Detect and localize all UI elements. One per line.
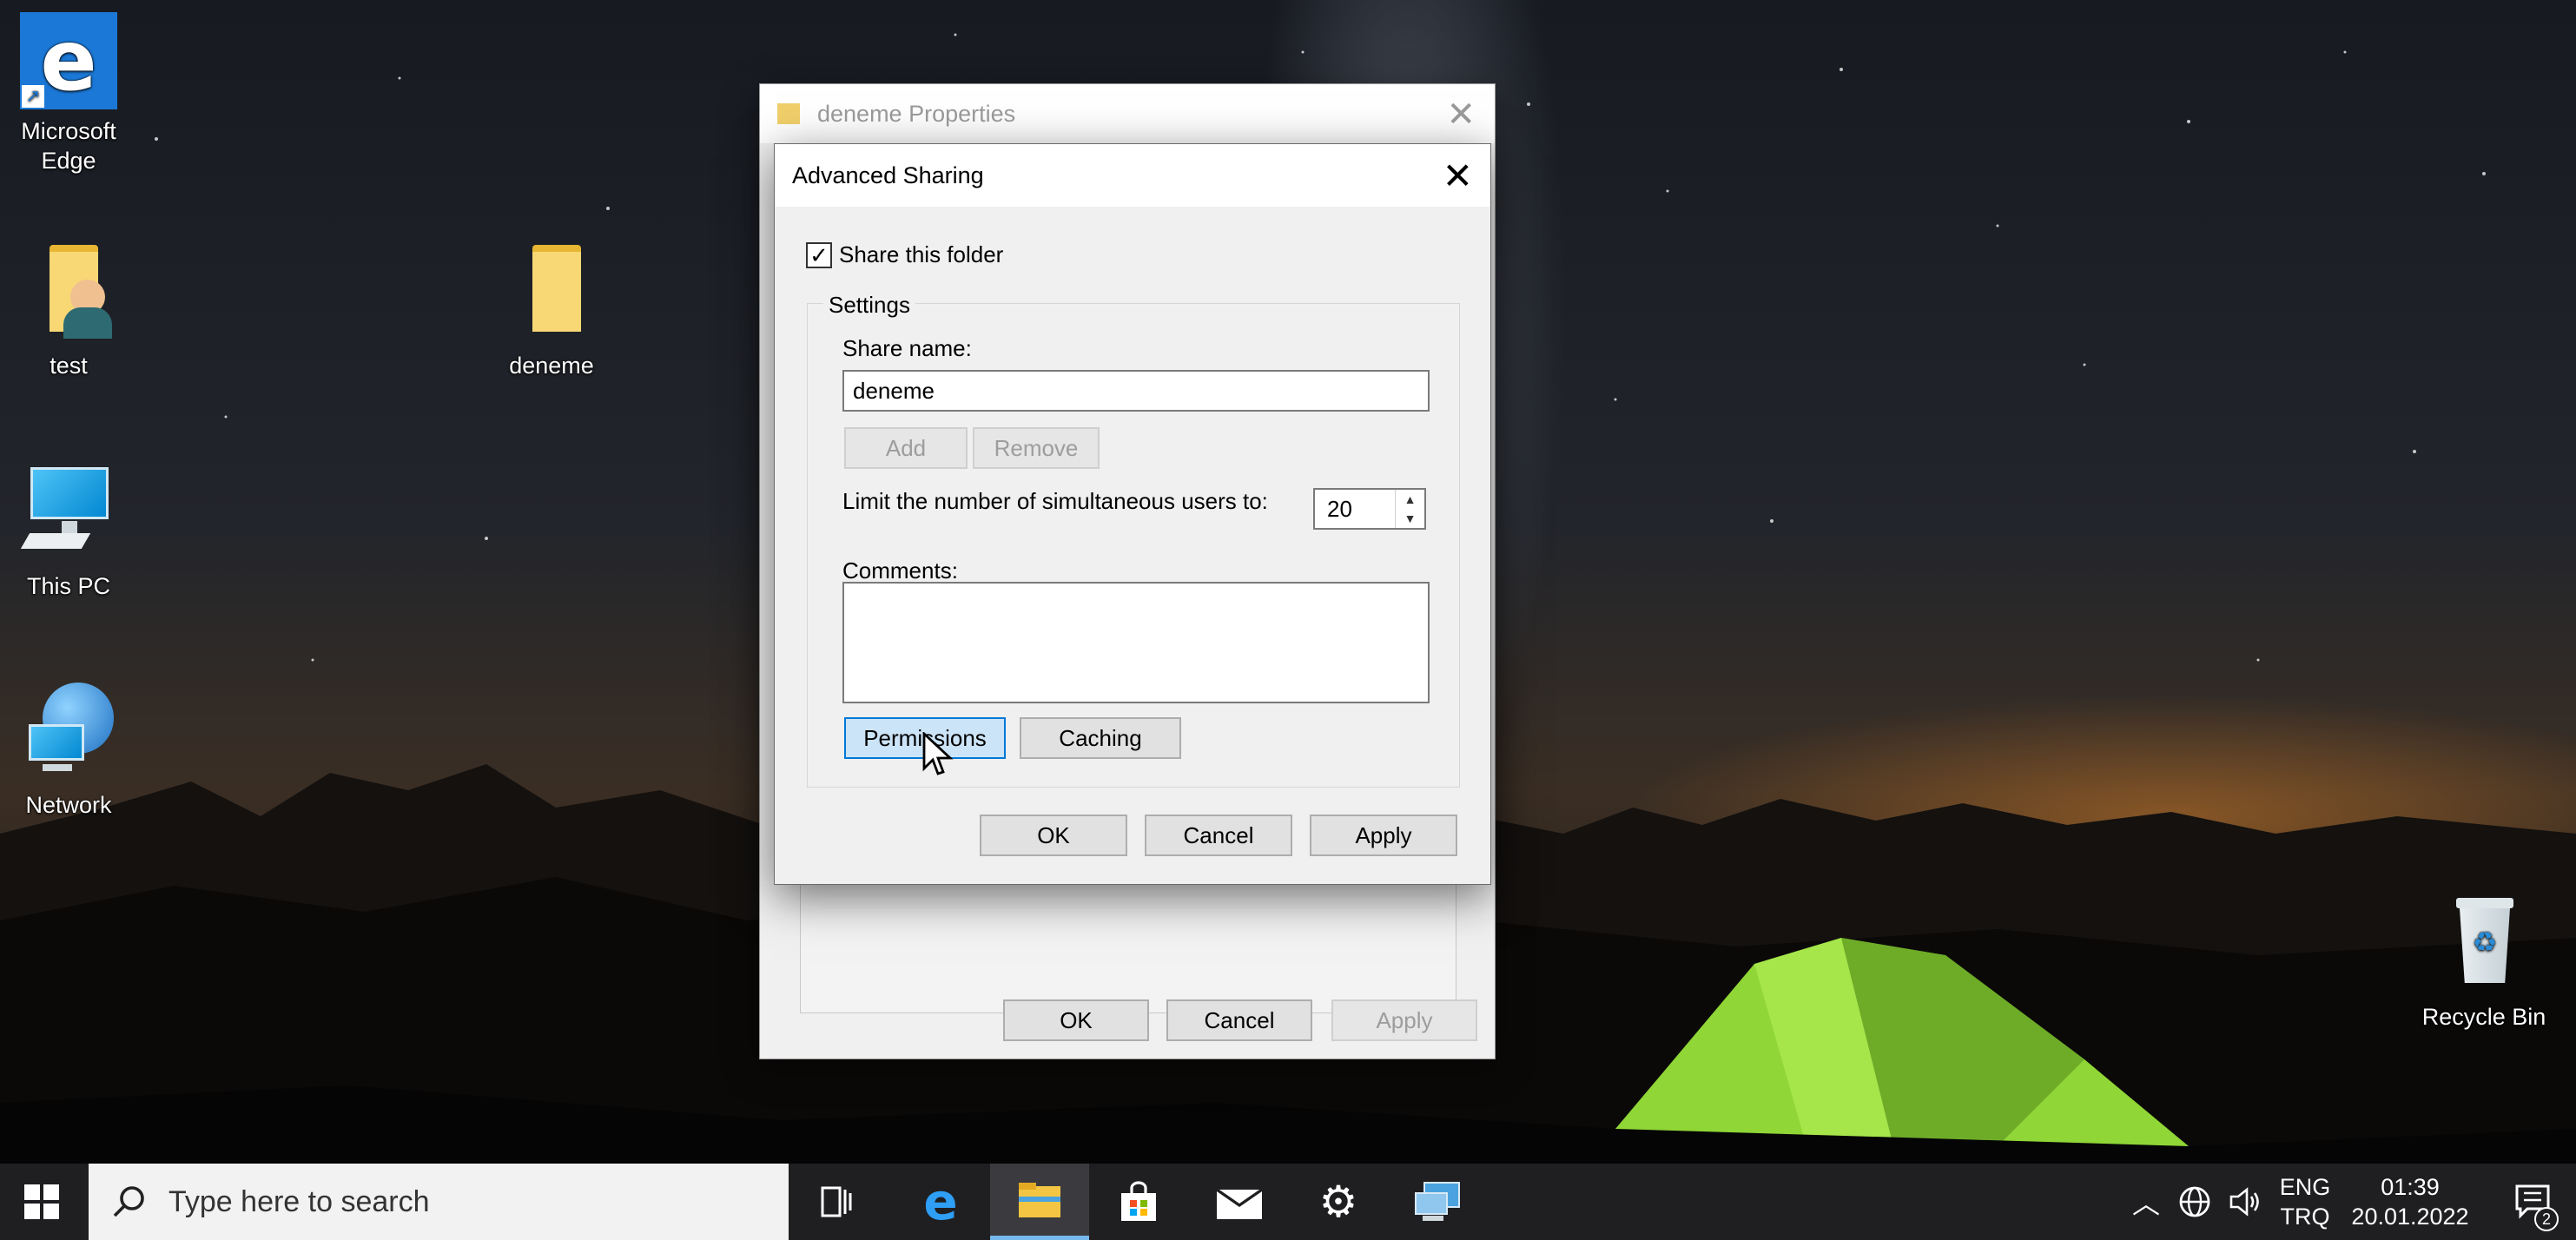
advanced-sharing-titlebar[interactable]: Advanced Sharing — [775, 144, 1490, 207]
volume-tray-button[interactable] — [2223, 1164, 2267, 1240]
desktop-icon-label: Network — [25, 792, 112, 818]
language-line2: TRQ — [2280, 1204, 2330, 1230]
desktop-icon-label: Edge — [41, 148, 96, 174]
properties-cancel-button[interactable]: Cancel — [1166, 999, 1312, 1041]
folder-icon — [777, 103, 800, 124]
desktop-icon-label: This PC — [26, 573, 111, 599]
recycle-bin-icon: ♻ — [2432, 891, 2536, 995]
properties-apply-button[interactable]: Apply — [1331, 999, 1477, 1041]
share-name-label: Share name: — [842, 335, 972, 361]
advanced-sharing-close-icon[interactable]: ✕ — [1443, 155, 1473, 197]
speaker-icon — [2229, 1187, 2259, 1217]
task-view-icon — [821, 1186, 852, 1217]
properties-titlebar[interactable]: deneme Properties — [760, 84, 1495, 143]
taskbar-remote-desktop-button[interactable] — [1388, 1164, 1487, 1240]
edge-icon: e ↗ — [20, 12, 117, 109]
taskbar: Type here to search e ⚙ ︿ ENG TRQ 01:39 … — [0, 1164, 2576, 1240]
taskbar-edge-button[interactable]: e — [891, 1164, 990, 1240]
notification-badge: 2 — [2534, 1207, 2559, 1231]
action-center-button[interactable]: 2 — [2501, 1164, 2564, 1240]
share-folder-checkbox[interactable]: ✓ Share this folder — [806, 241, 1003, 268]
advanced-cancel-button[interactable]: Cancel — [1145, 815, 1292, 856]
task-view-button[interactable] — [787, 1164, 886, 1240]
add-button[interactable]: Add — [844, 427, 968, 469]
caching-button[interactable]: Caching — [1020, 717, 1181, 759]
comments-label: Comments: — [842, 557, 958, 584]
taskbar-settings-button[interactable]: ⚙ — [1289, 1164, 1388, 1240]
comments-textarea[interactable] — [842, 582, 1430, 703]
user-limit-stepper[interactable]: 20 ▲ ▼ — [1313, 488, 1426, 530]
properties-ok-button[interactable]: OK — [1003, 999, 1149, 1041]
file-explorer-icon — [1019, 1182, 1060, 1217]
advanced-apply-button[interactable]: Apply — [1310, 815, 1457, 856]
remove-button[interactable]: Remove — [973, 427, 1100, 469]
taskbar-store-button[interactable] — [1089, 1164, 1188, 1240]
taskbar-file-explorer-button[interactable] — [990, 1164, 1089, 1240]
clock-time: 01:39 — [2381, 1174, 2440, 1200]
desktop-icon-label: Recycle Bin — [2421, 1004, 2546, 1030]
chevron-down-icon[interactable]: ▼ — [1404, 511, 1417, 525]
edge-icon: e — [923, 1172, 958, 1231]
network-globe-icon — [17, 679, 121, 783]
advanced-sharing-dialog[interactable]: Advanced Sharing ✕ ✓ Share this folder S… — [774, 143, 1491, 885]
show-hidden-icons-button[interactable]: ︿ — [2126, 1164, 2166, 1240]
network-tray-button[interactable] — [2173, 1164, 2216, 1240]
store-icon — [1121, 1181, 1156, 1221]
chevron-up-icon[interactable]: ▲ — [1404, 492, 1417, 506]
desktop-icon-deneme[interactable]: deneme — [486, 240, 617, 380]
settings-legend: Settings — [823, 292, 915, 319]
stepper-arrows[interactable]: ▲ ▼ — [1395, 490, 1424, 528]
properties-title: deneme Properties — [817, 100, 1016, 127]
desktop-icon-edge[interactable]: e ↗ Microsoft Edge — [3, 12, 134, 175]
desktop-icon-this-pc[interactable]: This PC — [3, 460, 134, 601]
user-folder-icon — [17, 240, 121, 344]
computer-icon — [17, 460, 121, 564]
limit-users-label: Limit the number of simultaneous users t… — [842, 488, 1268, 514]
checkmark-icon[interactable]: ✓ — [806, 241, 832, 268]
desktop-icon-label: Microsoft — [21, 118, 116, 144]
desktop-icon-test[interactable]: test — [3, 240, 134, 380]
mail-icon — [1216, 1188, 1263, 1219]
clock[interactable]: 01:39 20.01.2022 — [2345, 1172, 2475, 1231]
desktop-icon-label: test — [50, 353, 88, 379]
properties-close-icon[interactable]: ✕ — [1446, 95, 1476, 135]
desktop-icon-recycle-bin[interactable]: ♻ Recycle Bin — [2414, 891, 2553, 1032]
search-icon — [113, 1186, 144, 1217]
windows-logo-icon — [24, 1184, 59, 1219]
language-line1: ENG — [2279, 1174, 2331, 1200]
desktop-icon-label: deneme — [509, 353, 594, 379]
taskbar-search-box[interactable]: Type here to search — [89, 1164, 789, 1240]
mouse-cursor-icon — [922, 732, 954, 775]
chevron-up-icon: ︿ — [2131, 1188, 2160, 1219]
share-folder-label: Share this folder — [839, 241, 1004, 267]
advanced-sharing-title: Advanced Sharing — [792, 162, 984, 188]
taskbar-mail-button[interactable] — [1190, 1164, 1289, 1240]
properties-tab-panel — [800, 866, 1456, 1013]
user-limit-value[interactable]: 20 — [1327, 496, 1352, 523]
settings-icon: ⚙ — [1318, 1177, 1358, 1226]
language-indicator[interactable]: ENG TRQ — [2270, 1172, 2340, 1231]
remote-desktop-icon — [1415, 1182, 1460, 1221]
share-name-input[interactable]: deneme — [842, 370, 1430, 412]
advanced-ok-button[interactable]: OK — [980, 815, 1127, 856]
network-globe-icon — [2179, 1186, 2210, 1217]
clock-date: 20.01.2022 — [2351, 1204, 2469, 1230]
start-button[interactable] — [0, 1164, 83, 1240]
desktop-icon-network[interactable]: Network — [3, 679, 134, 820]
search-placeholder: Type here to search — [168, 1184, 430, 1218]
folder-icon — [499, 240, 604, 344]
